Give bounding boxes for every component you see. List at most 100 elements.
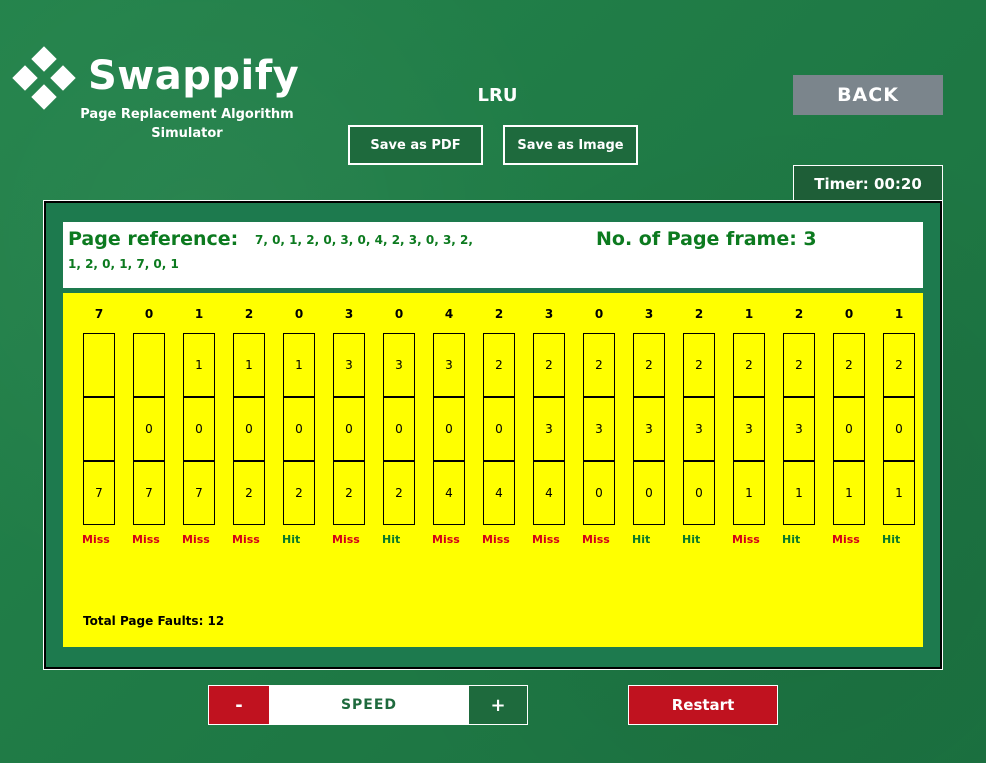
step-reference: 4: [444, 307, 454, 321]
frame-cell: 0: [583, 461, 615, 525]
step-reference: 2: [694, 307, 704, 321]
frame-cell: 0: [133, 397, 165, 461]
frame-cell: 1: [733, 461, 765, 525]
frame-cell: 2: [833, 333, 865, 397]
step-reference: 0: [844, 307, 854, 321]
frame-cell: 0: [633, 461, 665, 525]
frame-cell: 1: [833, 461, 865, 525]
info-box: Page reference: 7, 0, 1, 2, 0, 3, 0, 4, …: [63, 222, 923, 288]
step-reference: 0: [594, 307, 604, 321]
total-page-faults: Total Page Faults: 12: [83, 614, 225, 628]
brand-name: Swappify: [88, 53, 300, 99]
frame-cell: 3: [333, 333, 365, 397]
frame-cell: [83, 397, 115, 461]
frame-cell: 2: [583, 333, 615, 397]
frame-cell: 2: [283, 461, 315, 525]
app-logo: Swappify Page Replacement Algorithm Simu…: [12, 45, 312, 145]
frame-cell: 1: [283, 333, 315, 397]
frame-cell: 1: [183, 333, 215, 397]
frame-cell: 0: [383, 397, 415, 461]
speed-label: SPEED: [269, 686, 469, 724]
frame-cell: 0: [433, 397, 465, 461]
step-reference: 2: [794, 307, 804, 321]
frame-cell: 0: [483, 397, 515, 461]
page-reference-values: 7, 0, 1, 2, 0, 3, 0, 4, 2, 3, 0, 3, 2,: [255, 233, 473, 247]
frame-cell: 0: [683, 461, 715, 525]
frame-cell: 3: [533, 397, 565, 461]
step-reference: 0: [144, 307, 154, 321]
frame-cell: 0: [883, 397, 915, 461]
step-status: Hit: [282, 533, 301, 546]
frame-cell: 3: [583, 397, 615, 461]
frame-cell: 2: [783, 333, 815, 397]
logo-diamonds-icon: [12, 46, 76, 111]
frame-cell: 1: [783, 461, 815, 525]
step-status: Miss: [182, 533, 210, 546]
frame-cell: 4: [433, 461, 465, 525]
step-status: Hit: [632, 533, 651, 546]
restart-button[interactable]: Restart: [628, 685, 778, 725]
speed-decrease-button[interactable]: -: [209, 686, 269, 724]
frame-cell: 3: [633, 397, 665, 461]
frame-cell: 1: [883, 461, 915, 525]
step-reference: 7: [94, 307, 104, 321]
step-status: Miss: [82, 533, 110, 546]
frame-cell: 2: [633, 333, 665, 397]
step-status: Miss: [532, 533, 560, 546]
frame-cell: 3: [433, 333, 465, 397]
save-image-button[interactable]: Save as Image: [503, 125, 638, 165]
frame-cell: 3: [783, 397, 815, 461]
speed-control: - SPEED +: [208, 685, 528, 725]
step-status: Miss: [732, 533, 760, 546]
frame-cell: 2: [383, 461, 415, 525]
page-reference-values-cont: 1, 2, 0, 1, 7, 0, 1: [68, 257, 179, 271]
frame-cell: 7: [183, 461, 215, 525]
back-button[interactable]: BACK: [793, 75, 943, 115]
page-reference-label: Page reference:: [68, 228, 239, 250]
frame-cell: 0: [183, 397, 215, 461]
frame-cell: 3: [683, 397, 715, 461]
step-reference: 3: [644, 307, 654, 321]
step-reference: 3: [344, 307, 354, 321]
frame-cell: 2: [683, 333, 715, 397]
frame-cell: 2: [333, 461, 365, 525]
brand-tagline: Page Replacement Algorithm Simulator: [80, 107, 294, 141]
step-status: Miss: [582, 533, 610, 546]
algorithm-title: LRU: [477, 85, 518, 106]
frame-cell: [133, 333, 165, 397]
step-status: Hit: [682, 533, 701, 546]
step-reference: 1: [194, 307, 204, 321]
save-pdf-button[interactable]: Save as PDF: [348, 125, 483, 165]
step-status: Miss: [132, 533, 160, 546]
step-reference: 0: [394, 307, 404, 321]
step-reference: 0: [294, 307, 304, 321]
frame-cell: 0: [283, 397, 315, 461]
frame-cell: 4: [483, 461, 515, 525]
frame-cell: 2: [883, 333, 915, 397]
step-reference: 3: [544, 307, 554, 321]
step-reference: 2: [244, 307, 254, 321]
step-status: Miss: [332, 533, 360, 546]
step-status: Hit: [782, 533, 801, 546]
speed-increase-button[interactable]: +: [469, 686, 527, 724]
frame-cell: 0: [233, 397, 265, 461]
timer-display: Timer: 00:20: [793, 165, 943, 201]
frame-cell: [83, 333, 115, 397]
simulation-grid: Total Page Faults: 12 7 7 Miss 0 0 7 Miss 1 1 0 7 M…: [63, 293, 923, 647]
frame-cell: 2: [233, 461, 265, 525]
frame-cell: 1: [233, 333, 265, 397]
frame-cell: 2: [733, 333, 765, 397]
frame-cell: 2: [483, 333, 515, 397]
frame-cell: 0: [333, 397, 365, 461]
step-status: Miss: [832, 533, 860, 546]
frame-cell: 4: [533, 461, 565, 525]
step-status: Hit: [882, 533, 901, 546]
step-reference: 2: [494, 307, 504, 321]
frame-cell: 3: [383, 333, 415, 397]
step-reference: 1: [744, 307, 754, 321]
step-status: Hit: [382, 533, 401, 546]
frame-cell: 0: [833, 397, 865, 461]
frame-cell: 7: [133, 461, 165, 525]
page-frame-count: No. of Page frame: 3: [596, 228, 817, 250]
step-status: Miss: [482, 533, 510, 546]
